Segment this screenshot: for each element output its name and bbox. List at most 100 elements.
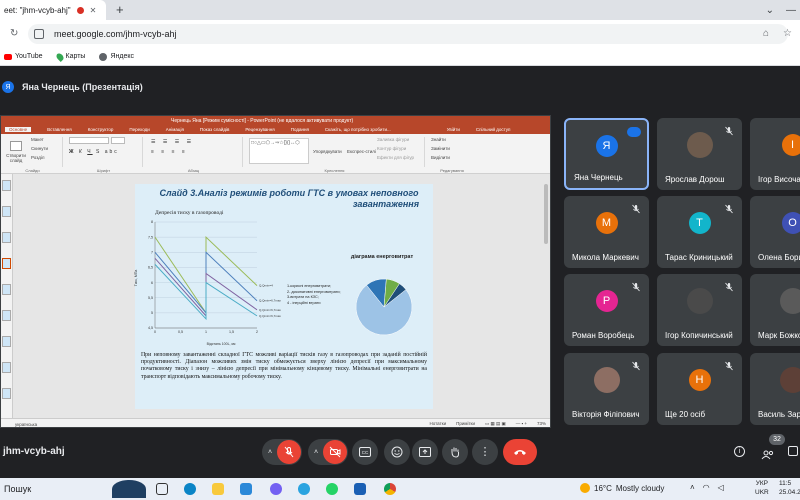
- bookmark-youtube[interactable]: YouTube: [4, 53, 43, 60]
- captions-button[interactable]: CC: [352, 439, 378, 465]
- participant-tile[interactable]: М Микола Маркевич: [564, 196, 649, 268]
- wifi-icon[interactable]: ◠: [703, 483, 710, 492]
- shapes-gallery[interactable]: □○△▭⬠→⇒☆{}()↔⬡: [249, 138, 309, 164]
- arrange-button[interactable]: Упорядкувати: [313, 149, 342, 154]
- tab-transitions[interactable]: Переходи: [129, 127, 149, 132]
- participant-tile[interactable]: О Олена Борисюк: [750, 196, 800, 268]
- raise-hand-button[interactable]: [442, 439, 468, 465]
- zoom-level[interactable]: 73%: [537, 421, 546, 427]
- chrome-icon[interactable]: [384, 483, 396, 495]
- tab-review[interactable]: Рецензування: [245, 127, 274, 132]
- participant-tile[interactable]: Василь Зарічний: [750, 353, 800, 425]
- slide-thumbnail[interactable]: [2, 362, 11, 373]
- replace-button[interactable]: Замінити: [431, 146, 450, 151]
- present-button[interactable]: [412, 439, 438, 465]
- participant-tile[interactable]: Марк Божко: [750, 274, 800, 346]
- slide-thumbnail[interactable]: [2, 232, 11, 243]
- tab-home[interactable]: Основне: [5, 127, 32, 132]
- section-button[interactable]: Розділ: [31, 155, 44, 160]
- store-icon[interactable]: [240, 483, 252, 495]
- participant-tile[interactable]: Ігор Копичинський: [657, 274, 742, 346]
- bookmark-maps[interactable]: Карты: [54, 51, 85, 62]
- star-icon[interactable]: ☆: [783, 28, 792, 39]
- search-highlight-icon[interactable]: [112, 480, 146, 498]
- font-format-buttons[interactable]: Ж К Ч S abc: [69, 149, 119, 155]
- participant-tile[interactable]: І Ігор Височан: [750, 118, 800, 190]
- new-slide-button[interactable]: Створити слайд: [5, 141, 27, 163]
- tab-design[interactable]: Конструктор: [88, 127, 114, 132]
- participant-tile[interactable]: Т Тарас Криницький: [657, 196, 742, 268]
- minimize-icon[interactable]: —: [786, 5, 796, 16]
- paragraph-buttons[interactable]: ☰ ☰ ☰ ☰: [151, 139, 194, 145]
- quick-styles-button[interactable]: Експрес-стилі: [347, 149, 376, 154]
- slide-scrollbar[interactable]: [544, 184, 548, 244]
- slide-thumbnail[interactable]: [2, 336, 11, 347]
- viber-icon[interactable]: [270, 483, 282, 495]
- font-name-box[interactable]: [69, 137, 109, 144]
- participant-tile[interactable]: Я Яна Чернець: [564, 118, 649, 190]
- bookmark-yandex[interactable]: Яндекс: [99, 52, 134, 61]
- find-button[interactable]: Знайти: [431, 137, 446, 142]
- file-explorer-icon[interactable]: [212, 483, 224, 495]
- browser-tab[interactable]: eet: "jhm-vcyb-ahj" ✕: [0, 0, 106, 20]
- language-indicator[interactable]: УКР UKR: [755, 479, 769, 497]
- tab-view[interactable]: Подання: [291, 127, 309, 132]
- font-size-box[interactable]: [111, 137, 125, 144]
- reload-icon[interactable]: ↻: [10, 28, 18, 39]
- view-buttons[interactable]: ▭ ▦ ▤ ▣: [485, 421, 506, 427]
- info-icon[interactable]: i: [734, 446, 745, 457]
- more-options-button[interactable]: ⋮: [472, 439, 498, 465]
- chat-icon[interactable]: [788, 446, 798, 456]
- volume-icon[interactable]: ◁: [718, 483, 724, 492]
- new-tab-button[interactable]: +: [116, 2, 124, 17]
- site-info-icon[interactable]: [34, 29, 44, 39]
- clock[interactable]: 11:5 25.04.2: [779, 479, 800, 497]
- emoji-button[interactable]: [384, 439, 410, 465]
- shape-fill-button[interactable]: Заливка фігури: [377, 137, 409, 142]
- edge-icon[interactable]: [184, 483, 196, 495]
- weather-widget[interactable]: 16°C Mostly cloudy: [580, 483, 664, 493]
- close-tab-icon[interactable]: ✕: [90, 6, 97, 15]
- participant-tile[interactable]: Вікторія Філіпович: [564, 353, 649, 425]
- tab-insert[interactable]: Вставлення: [47, 127, 72, 132]
- layout-button[interactable]: Макет: [31, 137, 44, 142]
- mic-options-icon[interactable]: ˄: [263, 439, 277, 465]
- slide-thumbnail[interactable]: [2, 180, 11, 191]
- notes-button[interactable]: Нотатки: [429, 421, 446, 427]
- slide-thumbnail[interactable]: [2, 258, 11, 269]
- tab-search-icon[interactable]: ⌄: [766, 5, 774, 16]
- camera-options-icon[interactable]: ˄: [309, 439, 323, 465]
- participant-tile[interactable]: Н Ще 20 осіб: [657, 353, 742, 425]
- leave-call-button[interactable]: [503, 439, 537, 465]
- slide-canvas[interactable]: Слайд 3.Аналіз режимів роботи ГТС в умов…: [134, 184, 433, 409]
- shape-outline-button[interactable]: Контур фігури: [377, 146, 406, 151]
- task-view-icon[interactable]: [156, 483, 168, 495]
- alignment-buttons[interactable]: ≡ ≡ ≡ ≡: [151, 149, 188, 155]
- slide-thumbnail[interactable]: [2, 310, 11, 321]
- shape-effects-button[interactable]: Ефекти для фігур: [377, 155, 414, 160]
- zoom-slider[interactable]: — ▪ +: [516, 421, 527, 427]
- whatsapp-icon[interactable]: [326, 483, 338, 495]
- participant-tile[interactable]: Ярослав Дорош: [657, 118, 742, 190]
- address-bar[interactable]: meet.google.com/jhm-vcyb-ahj: [28, 24, 788, 44]
- tray-chevron-icon[interactable]: ˄: [690, 483, 695, 492]
- sign-in-link[interactable]: Увійти: [447, 127, 460, 132]
- participant-tile[interactable]: Р Роман Воробець: [564, 274, 649, 346]
- app-icon[interactable]: [354, 483, 366, 495]
- slide-thumbnail[interactable]: [2, 284, 11, 295]
- share-button[interactable]: Спільний доступ: [476, 127, 511, 132]
- slide-thumbnail[interactable]: [2, 206, 11, 217]
- tell-me-box[interactable]: Скажіть, що потрібно зробити...: [325, 127, 391, 132]
- people-icon[interactable]: [761, 447, 775, 465]
- telegram-icon[interactable]: [298, 483, 310, 495]
- comments-button[interactable]: Примітки: [456, 421, 475, 427]
- select-button[interactable]: Виділити: [431, 155, 450, 160]
- slide-thumbnail[interactable]: [2, 388, 11, 399]
- tab-slideshow[interactable]: Показ слайдів: [200, 127, 229, 132]
- mic-off-button[interactable]: [277, 440, 301, 464]
- camera-icon[interactable]: ⌂: [763, 28, 769, 39]
- slide-thumbnails[interactable]: [1, 174, 13, 419]
- tab-animations[interactable]: Анімація: [166, 127, 184, 132]
- reset-button[interactable]: Скинути: [31, 146, 48, 151]
- camera-off-button[interactable]: [323, 440, 347, 464]
